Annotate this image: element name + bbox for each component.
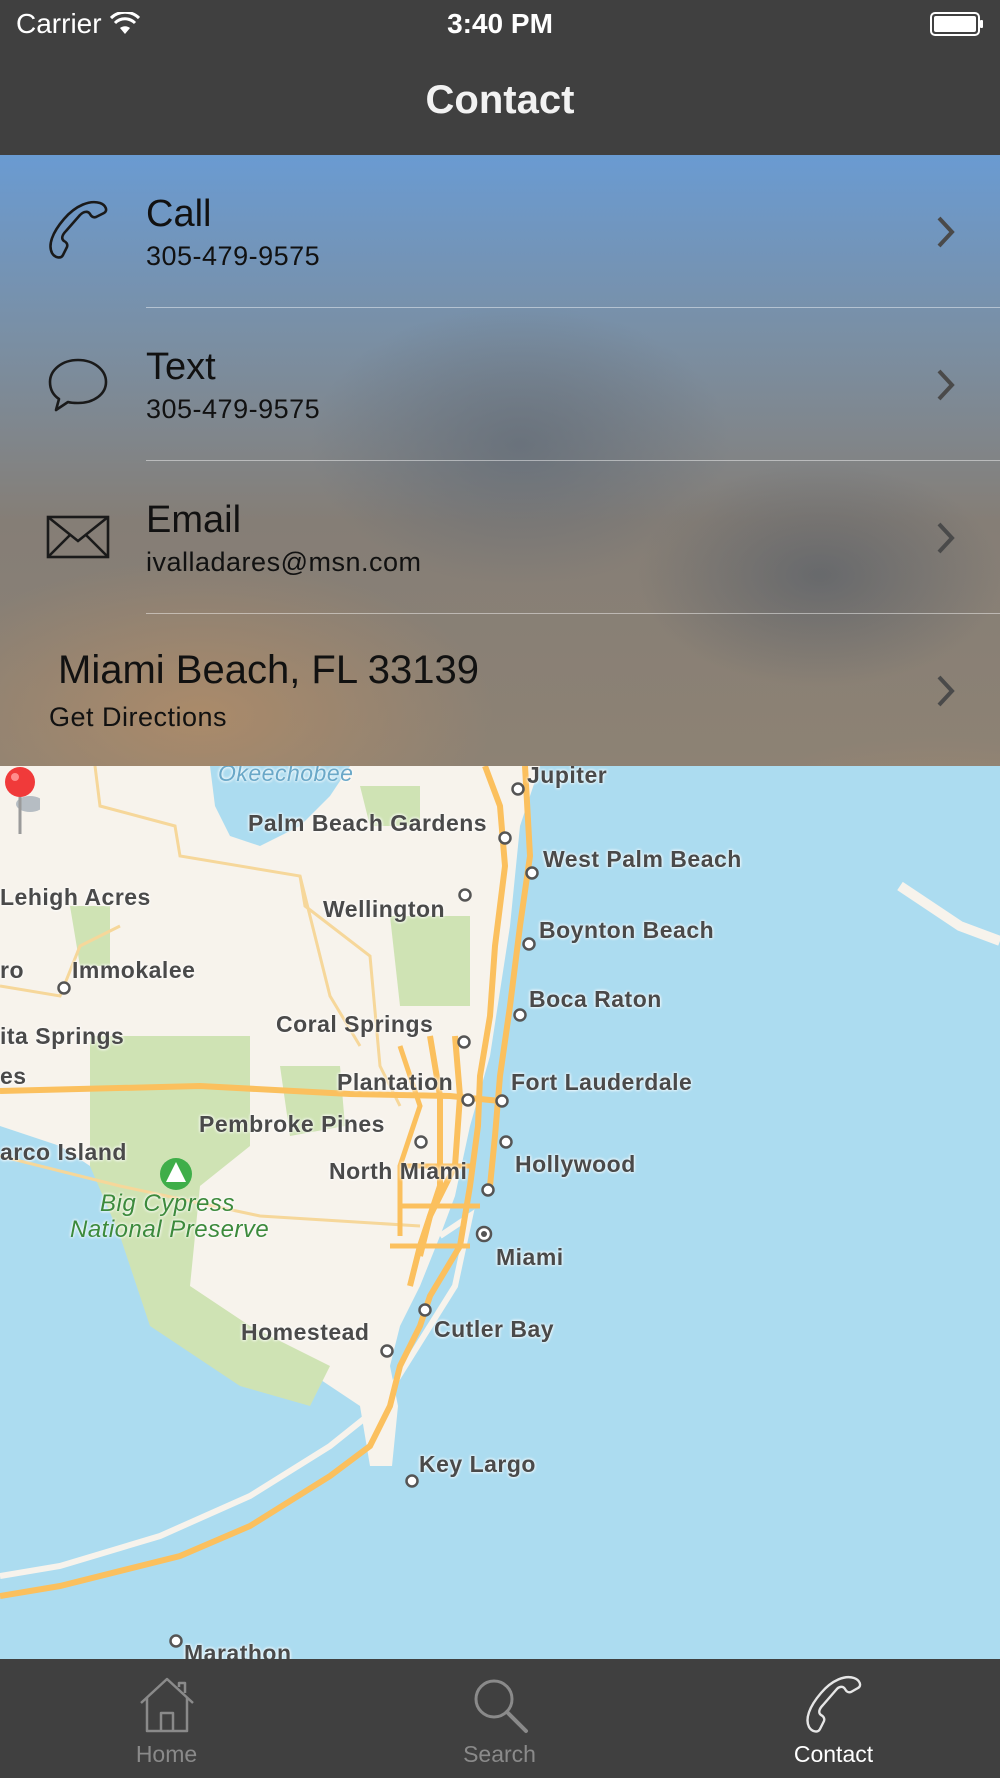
chevron-right-icon — [937, 675, 955, 707]
map-label: es — [0, 1063, 27, 1089]
map-label: Big Cypress — [100, 1190, 235, 1217]
map-label: Cutler Bay — [434, 1316, 555, 1342]
map-label: Key Largo — [419, 1451, 536, 1477]
text-label: Text — [146, 346, 216, 388]
chevron-right-icon — [937, 216, 955, 248]
page-title: Contact — [425, 78, 575, 122]
call-phone-number: 305-479-9575 — [146, 241, 321, 271]
email-label: Email — [146, 499, 242, 541]
map-label: ita Springs — [0, 1023, 125, 1049]
address-label: Miami Beach, FL 33139 — [58, 648, 479, 692]
map-label: Miami — [496, 1244, 564, 1270]
text-row[interactable]: Text 305-479-9575 — [0, 308, 1000, 461]
speech-bubble-icon — [48, 358, 108, 412]
contact-list: Call 305-479-9575 Text 305-479-9575 Emai… — [0, 155, 1000, 766]
map-label: Hollywood — [515, 1151, 636, 1177]
magnifier-icon — [474, 1679, 528, 1733]
tab-bar: Home Search Contact — [0, 1659, 1000, 1778]
phone-icon — [805, 1676, 861, 1733]
call-row[interactable]: Call 305-479-9575 — [0, 155, 1000, 308]
call-label: Call — [146, 193, 212, 235]
battery-icon — [930, 12, 983, 36]
map-label: Okeechobee — [218, 766, 354, 786]
map-label: Homestead — [241, 1319, 370, 1345]
map-label: North Miami — [329, 1158, 468, 1184]
email-address: ivalladares@msn.com — [146, 547, 422, 577]
text-phone-number: 305-479-9575 — [146, 394, 321, 424]
map-label: ro — [0, 957, 24, 983]
map-label: Pembroke Pines — [199, 1111, 385, 1137]
tab-home[interactable]: Home — [0, 1659, 333, 1778]
map-label: National Preserve — [70, 1216, 270, 1243]
chevron-right-icon — [937, 369, 955, 401]
tab-label: Contact — [793, 1741, 874, 1767]
address-row[interactable]: Miami Beach, FL 33139 Get Directions — [0, 614, 1000, 767]
map-label: Fort Lauderdale — [511, 1069, 693, 1095]
map-label: Jupiter — [527, 766, 608, 788]
map-label: Lehigh Acres — [0, 884, 151, 910]
map-view[interactable]: Okeechobee Jupiter Palm Beach Gardens We… — [0, 766, 1000, 1659]
envelope-icon — [46, 515, 110, 559]
navigation-bar: Contact — [0, 50, 1000, 155]
map-label: arco Island — [0, 1139, 127, 1165]
house-icon — [139, 1677, 194, 1733]
status-time: 3:40 PM — [447, 8, 553, 39]
map-label: Palm Beach Gardens — [248, 810, 488, 836]
status-bar: Carrier 3:40 PM — [0, 0, 1000, 50]
map-label: West Palm Beach — [543, 846, 742, 872]
map-label: Coral Springs — [276, 1011, 434, 1037]
tab-search[interactable]: Search — [333, 1659, 666, 1778]
tab-contact[interactable]: Contact — [667, 1659, 1000, 1778]
map-label: Immokalee — [72, 957, 196, 983]
email-row[interactable]: Email ivalladares@msn.com — [0, 461, 1000, 614]
get-directions-label: Get Directions — [49, 702, 228, 732]
tab-label: Search — [463, 1741, 536, 1767]
map-label: Boca Raton — [529, 986, 662, 1012]
map-label: Plantation — [337, 1069, 454, 1095]
location-pin-icon[interactable] — [0, 766, 40, 846]
map-label: Marathon — [184, 1640, 292, 1659]
map-label: Boynton Beach — [539, 917, 715, 943]
tab-label: Home — [135, 1741, 198, 1767]
map-label: Wellington — [323, 896, 446, 922]
chevron-right-icon — [937, 522, 955, 554]
phone-icon — [49, 200, 108, 259]
